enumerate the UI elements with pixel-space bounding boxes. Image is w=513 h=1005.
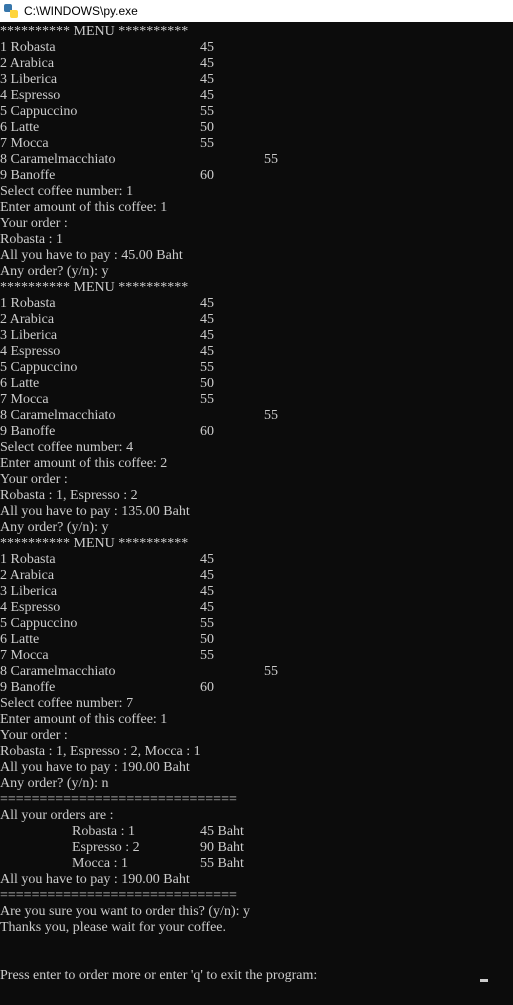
console-value: 45 — [200, 296, 214, 311]
console-value: 45 — [200, 40, 214, 55]
console-value: 45 — [200, 344, 214, 359]
console-line: 6 Latte — [0, 120, 40, 135]
console-line: All your orders are : — [0, 808, 114, 823]
window-title: C:\WINDOWS\py.exe — [24, 4, 138, 18]
console-line: 9 Banoffe — [0, 680, 56, 695]
console-line: ============================== — [0, 792, 237, 807]
console-line: Robasta : 1 — [0, 232, 63, 247]
console-value: 45 — [200, 600, 214, 615]
console-line: Any order? (y/n): n — [0, 776, 109, 791]
console-value: 45 — [200, 56, 214, 71]
title-bar[interactable]: C:\WINDOWS\py.exe — [0, 0, 513, 22]
console-line: Thanks you, please wait for your coffee. — [0, 920, 226, 935]
console-value: 45 — [200, 552, 214, 567]
console-value: 45 — [200, 328, 214, 343]
console-value: 45 — [200, 568, 214, 583]
console-line: 4 Espresso — [0, 600, 61, 615]
console-line: 7 Mocca — [0, 136, 49, 151]
console-line: Select coffee number: 4 — [0, 440, 134, 455]
console-line: ********** MENU ********** — [0, 24, 189, 39]
console-value: 50 — [200, 632, 214, 647]
console-line: 3 Liberica — [0, 584, 58, 599]
console-line: Your order : — [0, 728, 68, 743]
console-line: 5 Cappuccino — [0, 360, 78, 375]
console-line: 4 Espresso — [0, 344, 61, 359]
console-line: 9 Banoffe — [0, 424, 56, 439]
console-line: Press enter to order more or enter 'q' t… — [0, 968, 318, 983]
console-line: 2 Arabica — [0, 312, 55, 327]
console-value: 55 — [200, 104, 214, 119]
console-value: 50 — [200, 376, 214, 391]
console-value: 90 Baht — [200, 840, 244, 855]
console-output[interactable]: ********** MENU ********** 1 Robasta 45 2 A… — [0, 24, 513, 1005]
console-value: 45 — [200, 72, 214, 87]
console-value: 55 — [200, 648, 214, 663]
console-line: Robasta : 1, Espresso : 2 — [0, 488, 138, 503]
console-value: 55 Baht — [200, 856, 244, 871]
console-line: 2 Arabica — [0, 56, 55, 71]
console-value: 55 — [264, 408, 278, 423]
console-value: 45 — [200, 584, 214, 599]
console-line: All you have to pay : 135.00 Baht — [0, 504, 190, 519]
console-value: 45 Baht — [200, 824, 244, 839]
console-value: 55 — [200, 616, 214, 631]
console-line: 5 Cappuccino — [0, 104, 78, 119]
console-line: All you have to pay : 190.00 Baht — [0, 872, 190, 887]
console-line: 7 Mocca — [0, 392, 49, 407]
console-line: ********** MENU ********** — [0, 536, 189, 551]
console-line: 6 Latte — [0, 632, 40, 647]
console-line: Are you sure you want to order this? (y/… — [0, 904, 250, 919]
console-value: 55 — [200, 136, 214, 151]
console-value: 45 — [200, 312, 214, 327]
console-line: Mocca : 1 — [72, 856, 128, 871]
console-line: Robasta : 1, Espresso : 2, Mocca : 1 — [0, 744, 201, 759]
console-value: 60 — [200, 168, 214, 183]
console-line: 3 Liberica — [0, 328, 58, 343]
console-line: 6 Latte — [0, 376, 40, 391]
console-value: 50 — [200, 120, 214, 135]
console-line: Your order : — [0, 216, 68, 231]
console-line: Espresso : 2 — [72, 840, 140, 855]
console-line: 1 Robasta — [0, 40, 56, 55]
text-cursor — [480, 979, 488, 982]
console-value: 60 — [200, 680, 214, 695]
console-line: 7 Mocca — [0, 648, 49, 663]
console-value: 55 — [264, 664, 278, 679]
console-value: 45 — [200, 88, 214, 103]
console-line: Any order? (y/n): y — [0, 264, 109, 279]
console-line: All you have to pay : 45.00 Baht — [0, 248, 183, 263]
console-line: 8 Caramelmacchiato — [0, 408, 116, 423]
console-line: All you have to pay : 190.00 Baht — [0, 760, 190, 775]
console-line: Robasta : 1 — [72, 824, 135, 839]
console-line: ********** MENU ********** — [0, 280, 189, 295]
console-line: 8 Caramelmacchiato — [0, 664, 116, 679]
console-value: 55 — [264, 152, 278, 167]
console-value: 55 — [200, 360, 214, 375]
console-line: Enter amount of this coffee: 1 — [0, 712, 168, 727]
console-line: 1 Robasta — [0, 552, 56, 567]
console-line: Enter amount of this coffee: 2 — [0, 456, 168, 471]
console-line: Any order? (y/n): y — [0, 520, 109, 535]
console-line: Your order : — [0, 472, 68, 487]
console-line: 1 Robasta — [0, 296, 56, 311]
console-line: 4 Espresso — [0, 88, 61, 103]
console-line: 2 Arabica — [0, 568, 55, 583]
console-line: 5 Cappuccino — [0, 616, 78, 631]
console-line: 8 Caramelmacchiato — [0, 152, 116, 167]
console-line: Select coffee number: 7 — [0, 696, 134, 711]
console-line: 9 Banoffe — [0, 168, 56, 183]
console-value: 60 — [200, 424, 214, 439]
console-line: Enter amount of this coffee: 1 — [0, 200, 168, 215]
console-line: 3 Liberica — [0, 72, 58, 87]
console-line: Select coffee number: 1 — [0, 184, 134, 199]
console-value: 55 — [200, 392, 214, 407]
console-line: ============================== — [0, 888, 237, 903]
python-icon — [4, 4, 18, 18]
